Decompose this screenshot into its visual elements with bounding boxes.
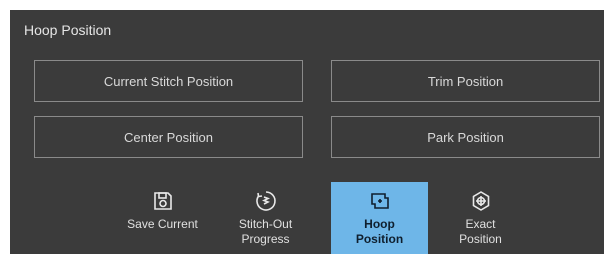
trim-position-label: Trim Position: [427, 73, 504, 89]
save-current-label: Save Current: [127, 217, 198, 231]
center-position-button[interactable]: Center Position: [34, 116, 303, 158]
stitch-out-progress-button[interactable]: Stitch-Out Progress: [217, 182, 314, 254]
park-position-button[interactable]: Park Position: [331, 116, 600, 158]
exact-position-button[interactable]: Exact Position: [432, 182, 529, 254]
stitch-out-progress-label-line2: Progress: [241, 232, 290, 246]
park-position-label: Park Position: [427, 129, 504, 145]
hoop-position-label-line1: Hoop: [364, 217, 395, 231]
hoop-position-button[interactable]: Hoop Position: [331, 182, 428, 254]
exact-position-label-line1: Exact: [465, 217, 496, 231]
exact-position-icon: [470, 190, 492, 212]
save-current-button[interactable]: Save Current: [114, 182, 211, 254]
panel-title: Hoop Position: [24, 22, 112, 38]
current-stitch-position-button[interactable]: Current Stitch Position: [34, 60, 303, 102]
save-icon: [152, 190, 174, 212]
center-position-label: Center Position: [124, 129, 213, 145]
hoop-position-icon: [369, 190, 391, 212]
current-stitch-position-label: Current Stitch Position: [103, 73, 234, 89]
exact-position-label-line2: Position: [459, 232, 502, 246]
hoop-position-panel: Hoop Position Current Stitch Position Tr…: [10, 10, 604, 254]
trim-position-button[interactable]: Trim Position: [331, 60, 600, 102]
stitch-out-progress-label-line1: Stitch-Out: [238, 217, 293, 231]
stitch-out-progress-icon: [255, 190, 277, 212]
hoop-position-label-line2: Position: [355, 232, 404, 246]
